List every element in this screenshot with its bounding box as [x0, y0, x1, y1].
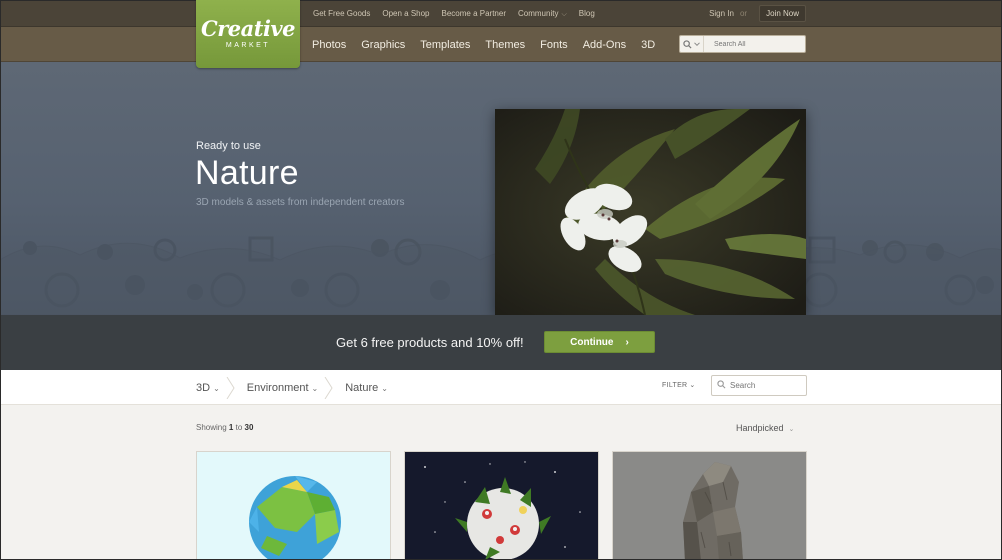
nav-photos[interactable]: Photos: [312, 39, 346, 51]
chevron-down-icon: ⌄: [689, 382, 696, 389]
continue-button-label: Continue: [570, 336, 614, 348]
auth-links: Sign In or Join Now: [709, 0, 806, 27]
chevron-down-icon: ⌄: [311, 383, 319, 393]
breadcrumb-environment-label: Environment: [246, 381, 309, 394]
nav-themes[interactable]: Themes: [485, 39, 525, 51]
search-scope-dropdown[interactable]: [680, 36, 704, 52]
product-thumbnail: [424, 461, 581, 559]
breadcrumb: 3D ⌄ Environment ⌄ Nature ⌄: [196, 370, 388, 405]
results-from: 1: [228, 423, 234, 432]
search-all-input[interactable]: [704, 40, 804, 48]
chevron-down-icon: ⌄: [213, 383, 220, 393]
hero-featured-image: [495, 109, 806, 315]
results-to-word: to: [235, 423, 243, 432]
chevron-down-icon: [694, 42, 700, 47]
results-count: Showing 1 to 30: [196, 423, 253, 432]
filter-dropdown[interactable]: FILTER ⌄: [662, 381, 696, 389]
logo-subtext: MARKET: [225, 42, 271, 49]
breadcrumb-nature-label: Nature: [345, 381, 379, 394]
hero-kicker: Ready to use: [196, 140, 261, 152]
chevron-right-icon: ›: [625, 336, 629, 348]
top-links: Get Free Goods Open a Shop Become a Part…: [313, 0, 595, 27]
listing-search-input[interactable]: [730, 381, 800, 390]
nav-fonts[interactable]: Fonts: [540, 39, 568, 51]
hero-banner: Ready to use Nature 3D models & assets f…: [0, 62, 1002, 315]
page-title: Nature: [195, 154, 299, 192]
nav-graphics[interactable]: Graphics: [361, 39, 405, 51]
link-open-a-shop[interactable]: Open a Shop: [382, 9, 429, 18]
join-now-button[interactable]: Join Now: [759, 5, 806, 22]
link-become-a-partner[interactable]: Become a Partner: [442, 9, 506, 18]
sign-in-link[interactable]: Sign In: [709, 9, 734, 18]
breadcrumb-3d-label: 3D: [196, 381, 211, 394]
search-icon: [683, 39, 692, 49]
nav-templates[interactable]: Templates: [420, 39, 470, 51]
listing-search-box[interactable]: [711, 375, 807, 396]
continue-button[interactable]: Continue ›: [544, 331, 655, 353]
auth-or-text: or: [739, 9, 748, 18]
nav-add-ons[interactable]: Add-Ons: [583, 39, 626, 51]
product-card-rock-formation[interactable]: [612, 451, 807, 560]
breadcrumb-environment[interactable]: Environment ⌄: [247, 382, 318, 394]
link-blog[interactable]: Blog: [579, 9, 595, 18]
breadcrumb-separator-icon: [226, 376, 235, 399]
nav-3d[interactable]: 3D: [641, 39, 655, 51]
product-thumbnail: [613, 452, 806, 559]
link-community-label: Community: [518, 8, 559, 18]
promo-text: Get 6 free products and 10% off!: [336, 335, 524, 350]
logo-wordmark: Creative: [201, 16, 296, 41]
search-icon: [712, 380, 730, 391]
search-all-box[interactable]: [679, 35, 806, 53]
breadcrumb-3d[interactable]: 3D ⌄: [196, 382, 220, 394]
breadcrumb-separator-icon: [324, 376, 333, 399]
hero-flower-image: [495, 109, 806, 315]
breadcrumb-nature[interactable]: Nature ⌄: [345, 382, 388, 394]
hero-subtitle: 3D models & assets from independent crea…: [196, 197, 405, 208]
sort-label: Handpicked: [736, 423, 784, 433]
chevron-down-icon: ⌄: [788, 426, 795, 433]
filter-bar: 3D ⌄ Environment ⌄ Nature ⌄ FILTER ⌄: [0, 370, 1002, 405]
link-get-free-goods[interactable]: Get Free Goods: [313, 9, 370, 18]
product-thumbnail: [249, 476, 341, 559]
chevron-down-icon: ⌵: [561, 10, 567, 18]
product-card-planet-garden[interactable]: [404, 451, 599, 560]
link-community[interactable]: Community ⌵: [518, 9, 567, 19]
results-to: 30: [244, 423, 254, 432]
creative-market-logo[interactable]: Creative MARKET: [196, 0, 300, 68]
chevron-down-icon: ⌄: [381, 383, 388, 393]
promo-banner: Get 6 free products and 10% off! Continu…: [0, 315, 1002, 370]
product-card-lowpoly-earth[interactable]: [196, 451, 391, 560]
sort-dropdown[interactable]: Handpicked ⌄: [736, 423, 794, 433]
showing-prefix: Showing: [196, 423, 227, 432]
filter-label: FILTER: [662, 382, 688, 389]
category-nav: Photos Graphics Templates Themes Fonts A…: [312, 27, 655, 62]
